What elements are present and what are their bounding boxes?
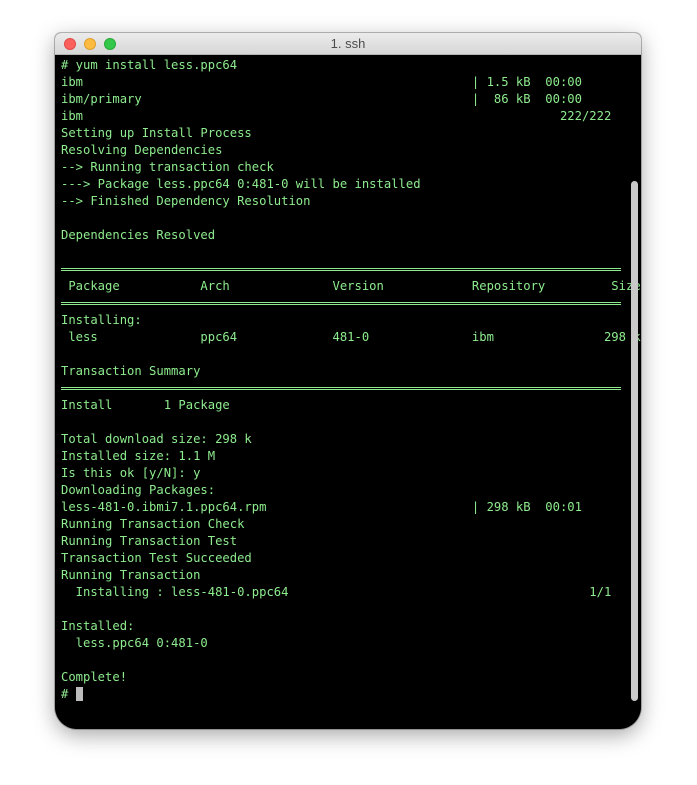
terminal-line: ibm 222/222 xyxy=(61,109,612,123)
terminal-line: ---> Package less.ppc64 0:481-0 will be … xyxy=(61,177,421,191)
terminal-line: Running Transaction Test xyxy=(61,534,238,548)
window-title: 1. ssh xyxy=(330,36,366,51)
terminal-line: Resolving Dependencies xyxy=(61,143,223,157)
terminal-line: Running Transaction xyxy=(61,568,201,582)
terminal-line: Transaction Test Succeeded xyxy=(61,551,252,565)
terminal-line: --> Running transaction check xyxy=(61,160,274,174)
terminal-line: Installing : less-481-0.ppc64 1/1 xyxy=(61,585,612,599)
terminal-line: Install 1 Package xyxy=(61,398,230,412)
title-bar[interactable]: 1. ssh xyxy=(55,33,641,55)
text-cursor xyxy=(75,687,83,701)
terminal-line: Installed: xyxy=(61,619,135,633)
terminal-line: Is this ok [y/N]: y xyxy=(61,466,201,480)
terminal-line: Installing: xyxy=(61,313,142,327)
terminal-line: Setting up Install Process xyxy=(61,126,252,140)
separator-line xyxy=(61,380,641,397)
separator-line xyxy=(61,295,641,312)
terminal-line: less.ppc64 0:481-0 xyxy=(61,636,208,650)
terminal-line: Dependencies Resolved xyxy=(61,228,216,242)
terminal-output: # yum install less.ppc64 ibm | 1.5 kB 00:… xyxy=(61,57,641,703)
terminal-line: Downloading Packages: xyxy=(61,483,216,497)
terminal-line: Installed size: 1.1 M xyxy=(61,449,216,463)
prompt-text: # xyxy=(61,687,76,701)
terminal-line: less ppc64 481-0 ibm 298 k xyxy=(61,330,641,344)
terminal-line: less-481-0.ibmi7.1.ppc64.rpm | 298 kB 00… xyxy=(61,500,582,514)
separator-line xyxy=(61,261,641,278)
terminal-line: Running Transaction Check xyxy=(61,517,245,531)
terminal-window: 1. ssh # yum install less.ppc64 ibm | 1.5… xyxy=(55,33,641,729)
terminal-line: Complete! xyxy=(61,670,128,684)
terminal-line: ibm/primary | 86 kB 00:00 xyxy=(61,92,582,106)
terminal-line: Total download size: 298 k xyxy=(61,432,252,446)
terminal-line: Package Arch Version Repository Size xyxy=(61,279,641,293)
terminal-view[interactable]: # yum install less.ppc64 ibm | 1.5 kB 00:… xyxy=(55,55,641,729)
terminal-line: Transaction Summary xyxy=(61,364,201,378)
terminal-line: ibm | 1.5 kB 00:00 xyxy=(61,75,582,89)
vertical-scrollbar[interactable] xyxy=(631,181,638,701)
prompt-line[interactable]: # xyxy=(61,686,641,703)
terminal-line: --> Finished Dependency Resolution xyxy=(61,194,311,208)
terminal-line: # yum install less.ppc64 xyxy=(61,58,238,72)
